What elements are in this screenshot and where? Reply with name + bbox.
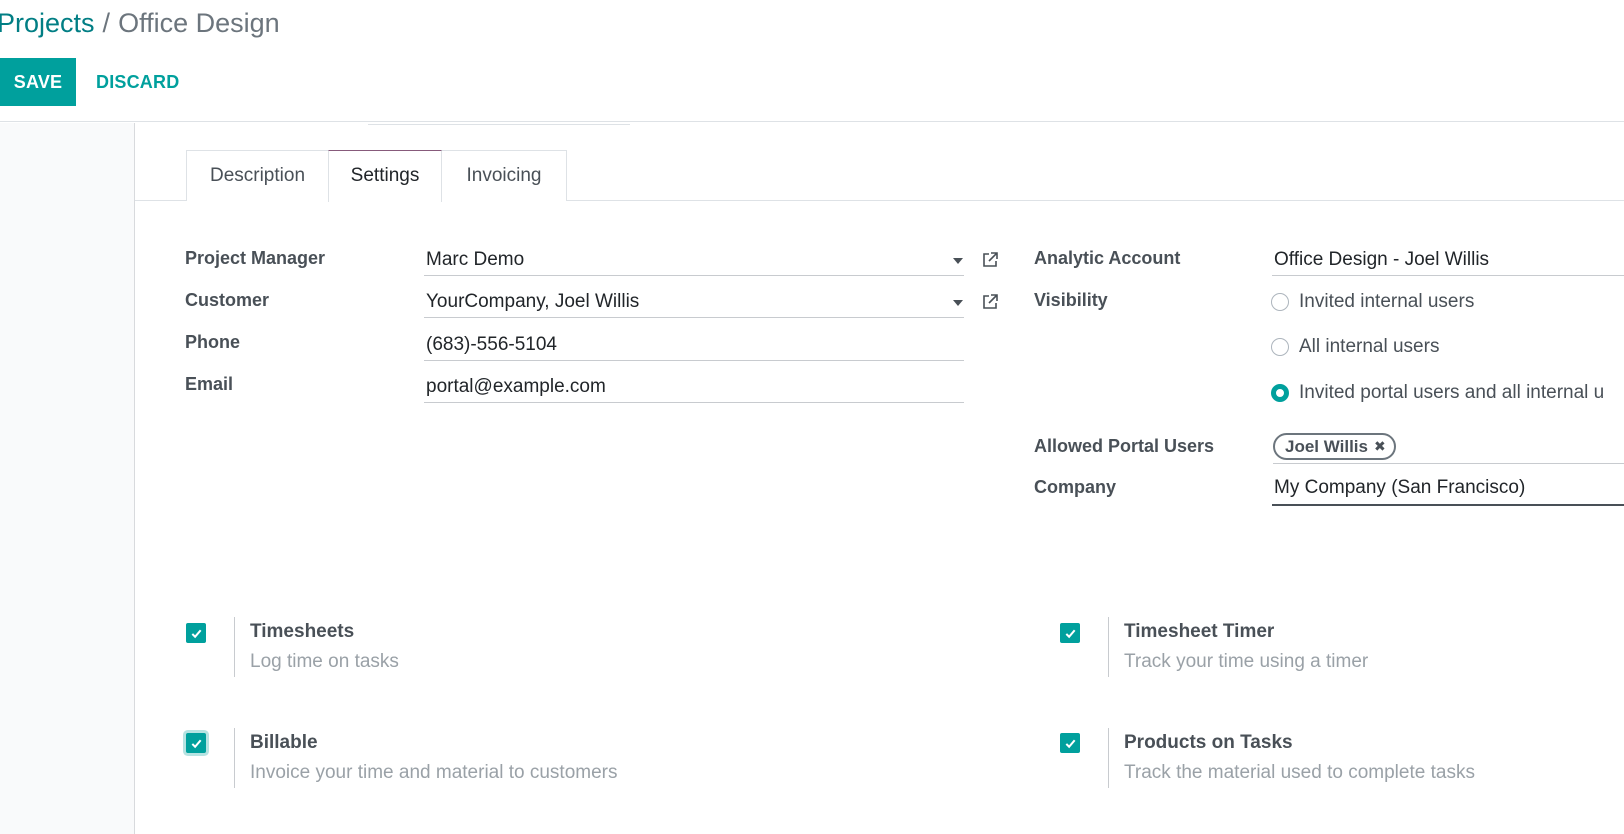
check-icon [191,629,201,638]
tab-settings[interactable]: Settings [328,150,442,202]
visibility-option-all-internal[interactable]: All internal users [1271,335,1439,359]
company-field[interactable]: My Company (San Francisco) [1272,474,1624,506]
project-manager-label: Project Manager [185,248,326,268]
save-button[interactable]: SAVE [0,58,76,106]
products-on-tasks-description: Track the material used to complete task… [1124,762,1475,783]
phone-value: (683)-556-5104 [426,334,557,355]
check-icon [1065,629,1075,638]
project-manager-value: Marc Demo [426,249,525,270]
breadcrumb: Projects / Office Design [0,6,280,40]
email-field[interactable]: portal@example.com [424,373,964,403]
allowed-portal-users-field[interactable]: Joel Willis ✖ [1273,432,1624,464]
products-on-tasks-checkbox[interactable] [1060,733,1080,753]
radio-button[interactable] [1271,338,1289,356]
check-icon [191,739,201,748]
customer-field[interactable]: YourCompany, Joel Willis [424,288,964,318]
check-icon [1065,739,1075,748]
timesheet-timer-title: Timesheet Timer [1124,621,1275,642]
visibility-option-invited-portal[interactable]: Invited portal users and all internal u [1271,381,1604,405]
email-value: portal@example.com [426,376,606,397]
company-value: My Company (San Francisco) [1274,477,1526,498]
company-label: Company [1034,477,1117,497]
timesheet-timer-checkbox[interactable] [1060,623,1080,643]
analytic-account-label: Analytic Account [1034,248,1181,268]
portal-user-tag: Joel Willis ✖ [1273,433,1396,460]
billable-title: Billable [250,732,318,753]
external-link-icon[interactable] [980,250,1000,270]
timesheets-checkbox[interactable] [186,623,206,643]
remove-tag-icon[interactable]: ✖ [1374,435,1386,458]
products-on-tasks-title: Products on Tasks [1124,732,1293,753]
left-gutter [0,123,134,834]
project-manager-field[interactable]: Marc Demo [424,246,964,276]
discard-button[interactable]: DISCARD [86,58,189,106]
breadcrumb-current: Office Design [118,8,280,38]
tab-description[interactable]: Description [186,150,329,201]
customer-label: Customer [185,290,270,310]
allowed-portal-users-label: Allowed Portal Users [1034,436,1215,456]
billable-checkbox[interactable] [186,733,206,753]
analytic-account-field[interactable]: Office Design - Joel Willis [1272,246,1624,276]
billable-description: Invoice your time and material to custom… [250,762,618,783]
setting-divider [234,728,235,788]
control-panel: Projects / Office Design SAVE DISCARD [0,0,1624,122]
setting-divider [1108,728,1109,788]
breadcrumb-projects-link[interactable]: Projects [0,8,95,38]
customer-value: YourCompany, Joel Willis [426,291,640,312]
email-label: Email [185,374,234,394]
external-link-icon[interactable] [980,292,1000,312]
timesheet-timer-description: Track your time using a timer [1124,651,1369,672]
phone-field[interactable]: (683)-556-5104 [424,331,964,361]
caret-down-icon[interactable] [953,300,963,306]
visibility-label: Visibility [1034,290,1108,310]
breadcrumb-separator: / [102,8,111,38]
caret-down-icon[interactable] [953,258,963,264]
radio-button-checked[interactable] [1271,384,1289,402]
portal-user-tag-label: Joel Willis [1285,437,1368,456]
field-stub [368,123,630,125]
setting-divider [234,617,235,677]
phone-label: Phone [185,332,241,352]
setting-divider [1108,617,1109,677]
analytic-account-value: Office Design - Joel Willis [1274,249,1490,270]
visibility-option-invited-internal[interactable]: Invited internal users [1271,290,1474,314]
timesheets-title: Timesheets [250,621,355,642]
tab-invoicing[interactable]: Invoicing [441,150,567,201]
radio-button[interactable] [1271,293,1289,311]
timesheets-description: Log time on tasks [250,651,399,672]
